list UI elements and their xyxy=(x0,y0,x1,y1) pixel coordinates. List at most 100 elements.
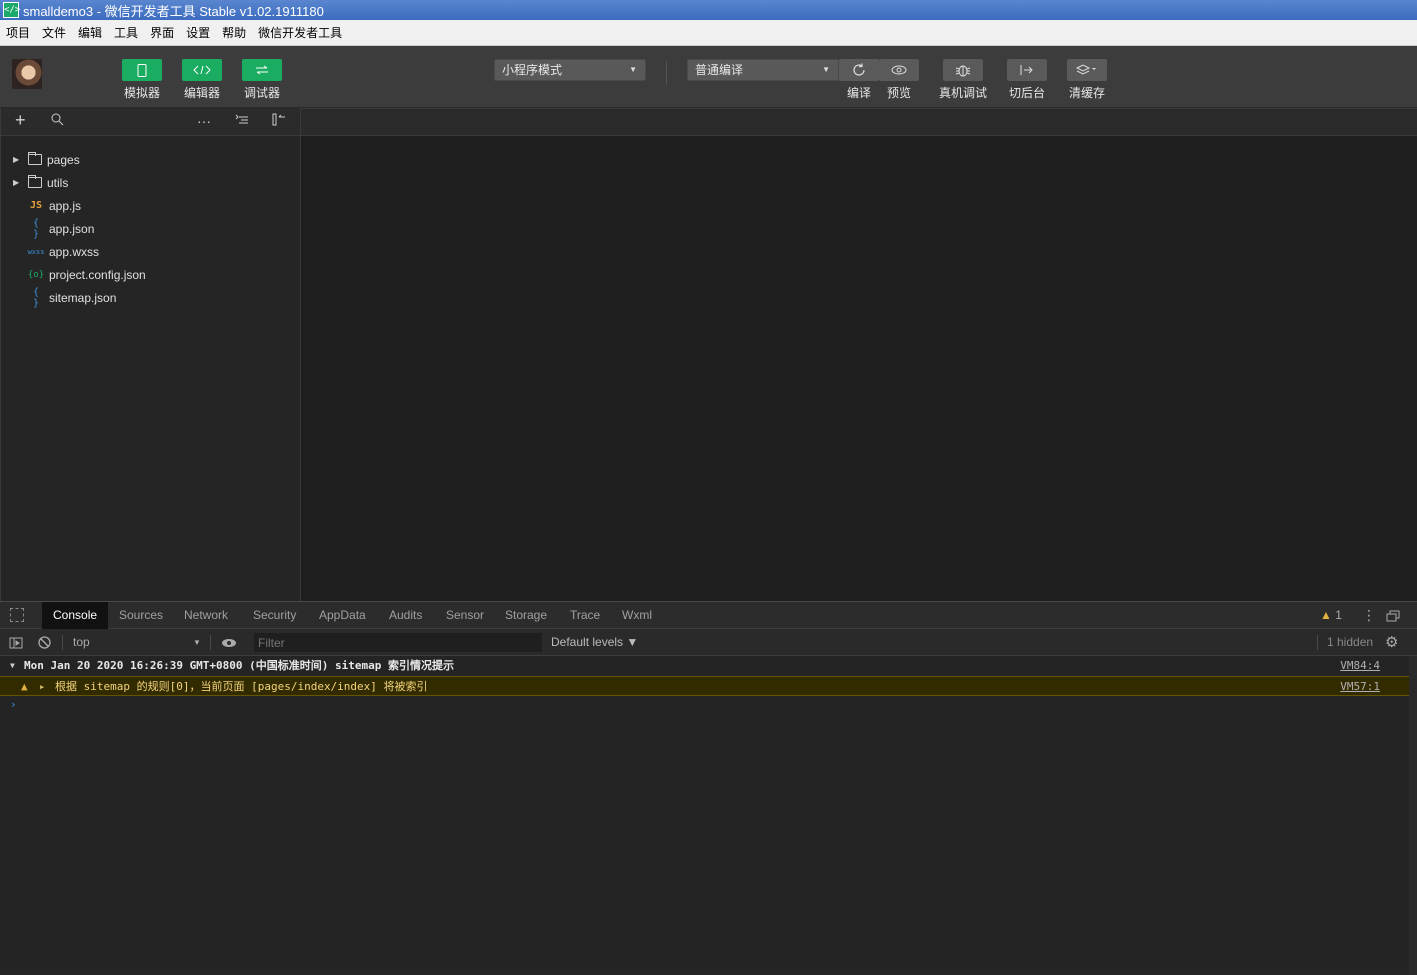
remote-debug-button[interactable]: 真机调试 xyxy=(939,59,987,101)
context-select-value[interactable]: top xyxy=(73,629,90,656)
tab-trace[interactable]: Trace xyxy=(559,602,611,629)
menu-view[interactable]: 界面 xyxy=(144,20,180,46)
chevron-right-icon[interactable]: ▶ xyxy=(13,178,19,187)
mode-select-value: 小程序模式 xyxy=(502,63,563,77)
console-scrollbar[interactable] xyxy=(1409,656,1417,975)
log-levels-select[interactable]: Default levels ▼ xyxy=(551,629,638,656)
tree-folder-pages[interactable]: ▶ pages xyxy=(1,148,300,171)
chevron-right-icon[interactable]: ▶ xyxy=(13,155,19,164)
app-logo-icon: </> xyxy=(3,2,20,18)
tree-item-label: app.js xyxy=(49,198,82,213)
editor-button[interactable]: 编辑器 xyxy=(178,59,226,101)
console-prompt[interactable]: › xyxy=(0,696,1417,714)
prompt-chevron-icon: › xyxy=(10,698,17,711)
tab-wxml[interactable]: Wxml xyxy=(611,602,663,629)
menu-settings[interactable]: 设置 xyxy=(180,20,216,46)
menu-file[interactable]: 文件 xyxy=(36,20,72,46)
tree-file-app-json[interactable]: { } app.json xyxy=(1,217,300,240)
add-icon[interactable]: + xyxy=(15,111,26,129)
divider xyxy=(62,635,63,650)
warning-badge[interactable]: ▲ 1 xyxy=(1320,602,1342,629)
tab-security[interactable]: Security xyxy=(242,602,307,629)
tree-item-label: pages xyxy=(47,152,80,167)
devtools-panel: Console Sources Network Security AppData… xyxy=(0,601,1417,975)
live-expression-eye-icon[interactable] xyxy=(221,629,237,656)
refresh-icon xyxy=(839,59,879,81)
title-bar: </> smalldemo3 - 微信开发者工具 Stable v1.02.19… xyxy=(0,0,1417,20)
compile-mode-select[interactable]: 普通编译 ▼ xyxy=(687,59,839,81)
switch-background-icon xyxy=(1007,59,1047,81)
clear-cache-label: 清缓存 xyxy=(1068,86,1105,100)
inspect-element-icon[interactable] xyxy=(10,608,24,622)
chevron-down-icon: ▼ xyxy=(822,65,830,74)
warning-icon: ▲ xyxy=(21,680,28,693)
more-icon[interactable]: ··· xyxy=(197,113,211,129)
menu-help[interactable]: 帮助 xyxy=(216,20,252,46)
chevron-down-icon[interactable]: ▼ xyxy=(10,656,15,676)
simulator-button[interactable]: 模拟器 xyxy=(118,59,166,101)
editor-label: 编辑器 xyxy=(183,86,220,100)
editor-tab-bar xyxy=(301,109,1417,136)
tree-file-app-wxss[interactable]: wxss app.wxss xyxy=(1,240,300,263)
gear-icon[interactable]: ⚙ xyxy=(1385,629,1398,656)
tree-file-project-config[interactable]: {o} project.config.json xyxy=(1,263,300,286)
layers-icon xyxy=(1067,59,1107,81)
preview-button[interactable]: 预览 xyxy=(875,59,923,101)
console-output: ▼ Mon Jan 20 2020 16:26:39 GMT+0800 (中国标… xyxy=(0,656,1417,714)
menu-tools[interactable]: 工具 xyxy=(108,20,144,46)
menu-project[interactable]: 项目 xyxy=(0,20,36,46)
group-message: Mon Jan 20 2020 16:26:39 GMT+0800 (中国标准时… xyxy=(24,659,455,672)
warning-icon: ▲ xyxy=(1320,608,1332,622)
tab-sources[interactable]: Sources xyxy=(108,602,174,629)
debugger-button[interactable]: 调试器 xyxy=(238,59,286,101)
tree-item-label: app.wxss xyxy=(49,244,100,259)
clear-console-icon[interactable] xyxy=(38,629,51,656)
console-group-row[interactable]: ▼ Mon Jan 20 2020 16:26:39 GMT+0800 (中国标… xyxy=(0,656,1417,676)
wxss-file-icon: wxss xyxy=(27,247,45,256)
undock-icon[interactable] xyxy=(1386,602,1400,629)
toolbar-divider xyxy=(666,61,667,85)
avatar[interactable] xyxy=(12,59,42,89)
json-file-icon: { } xyxy=(32,217,40,240)
preview-label: 预览 xyxy=(886,86,911,100)
mode-select[interactable]: 小程序模式 ▼ xyxy=(494,59,646,81)
warning-count: 1 xyxy=(1335,608,1342,622)
tab-appdata[interactable]: AppData xyxy=(308,602,377,629)
tab-network[interactable]: Network xyxy=(173,602,239,629)
collapse-all-icon[interactable] xyxy=(235,113,249,129)
tab-storage[interactable]: Storage xyxy=(494,602,558,629)
chevron-right-icon[interactable]: ▶ xyxy=(40,677,44,697)
remote-debug-label: 真机调试 xyxy=(939,86,988,100)
sidebar-toggle-icon[interactable] xyxy=(9,629,23,656)
editor-area[interactable] xyxy=(301,108,1417,601)
folder-icon xyxy=(28,175,42,188)
tab-console[interactable]: Console xyxy=(42,602,109,629)
tab-sensor[interactable]: Sensor xyxy=(435,602,495,629)
main-toolbar: 模拟器 编辑器 调试器 小程序模式 ▼ 普通编译 ▼ 编译 预览 真机调试 切后… xyxy=(0,46,1417,108)
search-icon[interactable] xyxy=(51,113,64,129)
tree-file-app-js[interactable]: JS app.js xyxy=(1,194,300,217)
code-icon xyxy=(182,59,222,81)
source-link[interactable]: VM57:1 xyxy=(1340,677,1380,697)
explorer-toolbar: + ··· xyxy=(1,108,300,136)
background-button[interactable]: 切后台 xyxy=(1003,59,1051,101)
toggle-panel-icon[interactable] xyxy=(272,113,286,129)
file-explorer: + ··· ▶ pages ▶ utils JS app.js { } app.… xyxy=(0,108,301,601)
tree-folder-utils[interactable]: ▶ utils xyxy=(1,171,300,194)
kebab-menu-icon[interactable]: ⋮ xyxy=(1362,602,1376,629)
console-filter-bar: top ▼ Default levels ▼ 1 hidden ⚙ xyxy=(0,629,1417,656)
console-filter-input[interactable] xyxy=(254,633,542,652)
chevron-down-icon: ▼ xyxy=(629,65,637,74)
tab-audits[interactable]: Audits xyxy=(378,602,433,629)
tree-item-label: utils xyxy=(47,175,69,190)
window-title: smalldemo3 - 微信开发者工具 Stable v1.02.191118… xyxy=(23,3,324,19)
menu-edit[interactable]: 编辑 xyxy=(72,20,108,46)
tree-item-label: app.json xyxy=(49,221,95,236)
tree-item-label: sitemap.json xyxy=(49,290,117,305)
tree-file-sitemap-json[interactable]: { } sitemap.json xyxy=(1,286,300,309)
clear-cache-button[interactable]: 清缓存 xyxy=(1063,59,1111,101)
chevron-down-icon[interactable]: ▼ xyxy=(193,629,201,656)
console-warning-row[interactable]: ▲ ▶ 根据 sitemap 的规则[0]，当前页面 [pages/index/… xyxy=(0,676,1409,696)
menu-wechat-devtools[interactable]: 微信开发者工具 xyxy=(252,20,348,46)
source-link[interactable]: VM84:4 xyxy=(1340,656,1380,676)
